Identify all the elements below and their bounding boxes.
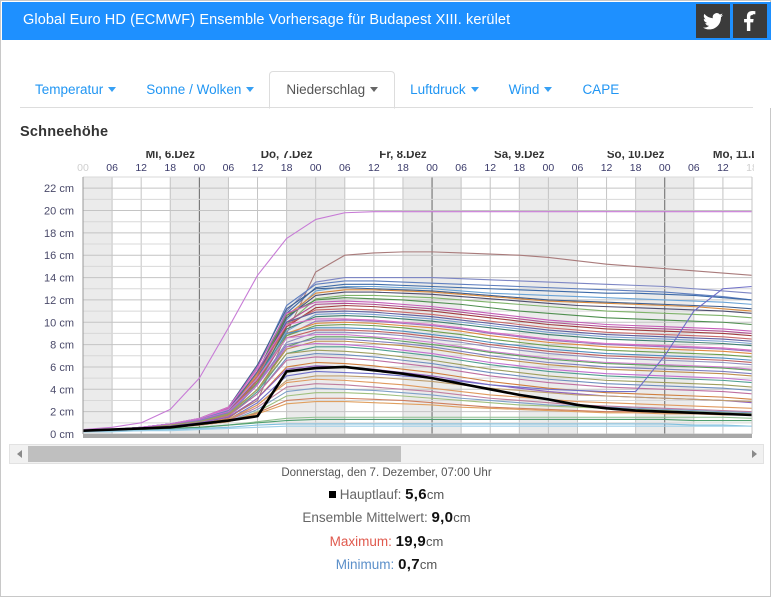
- tab-cape[interactable]: CAPE: [567, 72, 634, 109]
- x-axis-hour-label: 18: [281, 162, 293, 174]
- maximum-value: 19,9: [396, 533, 426, 550]
- tab-label: Luftdruck: [410, 83, 466, 97]
- x-axis-hour-label: 06: [572, 162, 584, 174]
- x-axis-day-label: So, 10.Dez: [607, 151, 665, 161]
- chevron-down-icon: [471, 87, 479, 92]
- tab-bar: Temperatur Sonne / Wolken Niederschlag Luft…: [2, 40, 771, 108]
- hauptlauf-swatch-icon: [329, 491, 336, 498]
- chart-scrollbar[interactable]: [9, 444, 764, 464]
- ensemble-chart[interactable]: 0 cm 2 cm 4 cm 6 cm 8 cm 10 cm 12 cm 14 cm 16 cm…: [19, 151, 754, 441]
- tab-label: Niederschlag: [286, 83, 365, 97]
- maximum-unit: cm: [426, 534, 443, 549]
- hauptlauf-label: Hauptlauf:: [340, 487, 402, 502]
- y-axis-tick-label: 20 cm: [44, 206, 74, 218]
- x-axis-day-label: Fr, 8.Dez: [379, 151, 427, 161]
- scroll-left-arrow[interactable]: [10, 445, 28, 463]
- minimum-value: 0,7: [398, 556, 420, 573]
- x-axis-hour-label: 00: [77, 162, 89, 174]
- chart-legend-summary: Donnerstag, den 7. Dezember, 07:00 Uhr H…: [1, 467, 771, 579]
- x-axis-hour-label: 12: [368, 162, 380, 174]
- x-axis-hour-label: 06: [688, 162, 700, 174]
- tab-label: Sonne / Wolken: [146, 83, 241, 97]
- tab-label: Temperatur: [35, 83, 103, 97]
- y-axis-tick-label: 6 cm: [50, 362, 74, 374]
- maximum-label: Maximum:: [330, 534, 392, 549]
- x-axis-hour-label: 00: [194, 162, 206, 174]
- x-axis-day-label: Sa, 9.Dez: [494, 151, 545, 161]
- minimum-unit: cm: [420, 557, 437, 572]
- tab-underline: [20, 107, 753, 108]
- mittelwert-value: 9,0: [431, 509, 453, 526]
- tab-niederschlag[interactable]: Niederschlag: [269, 71, 395, 110]
- x-axis-hour-label: 18: [746, 162, 754, 174]
- app-window: Global Euro HD (ECMWF) Ensemble Vorhersa…: [0, 0, 771, 597]
- mittelwert-label: Ensemble Mittelwert:: [302, 510, 427, 525]
- x-axis-day-label: Do, 7.Dez: [261, 151, 313, 161]
- chart-container[interactable]: 0 cm 2 cm 4 cm 6 cm 8 cm 10 cm 12 cm 14 cm 16 cm…: [19, 151, 754, 441]
- y-axis-tick-label: 4 cm: [50, 384, 74, 396]
- tab-list: Temperatur Sonne / Wolken Niederschlag Luft…: [20, 65, 634, 108]
- chevron-down-icon: [246, 87, 254, 92]
- scrollbar-thumb[interactable]: [28, 446, 401, 462]
- y-axis-tick-label: 8 cm: [50, 340, 74, 352]
- y-axis-tick-label: 10 cm: [44, 317, 74, 329]
- x-axis-hour-label: 06: [223, 162, 235, 174]
- minimum-label: Minimum:: [336, 557, 395, 572]
- x-axis-hour-label: 18: [397, 162, 409, 174]
- chevron-down-icon: [370, 87, 378, 92]
- y-axis-tick-label: 14 cm: [44, 273, 74, 285]
- chevron-down-icon: [108, 87, 116, 92]
- y-axis-tick-label: 22 cm: [44, 183, 74, 195]
- y-axis-tick-label: 2 cm: [50, 407, 74, 419]
- y-axis-tick-label: 16 cm: [44, 250, 74, 262]
- x-axis-day-label: Mi, 6.Dez: [146, 151, 195, 161]
- tab-temperatur[interactable]: Temperatur: [20, 72, 131, 109]
- legend-mittelwert-row: Ensemble Mittelwert: 9,0cm: [1, 509, 771, 526]
- x-axis-hour-label: 18: [513, 162, 525, 174]
- x-axis-day-label: Mo, 11.Dez: [713, 151, 754, 161]
- tab-label: CAPE: [582, 83, 619, 97]
- hauptlauf-unit: cm: [427, 487, 444, 502]
- page-title: Global Euro HD (ECMWF) Ensemble Vorhersa…: [23, 12, 510, 28]
- twitter-icon: [703, 13, 723, 30]
- facebook-share-button[interactable]: [733, 4, 767, 38]
- legend-hauptlauf-row: Hauptlauf: 5,6cm: [1, 486, 771, 503]
- x-axis-hour-label: 06: [455, 162, 467, 174]
- hauptlauf-value: 5,6: [405, 486, 427, 503]
- x-axis-hour-label: 12: [601, 162, 613, 174]
- x-axis-hour-label: 00: [426, 162, 438, 174]
- scrollbar-track[interactable]: [28, 445, 745, 463]
- scroll-right-arrow[interactable]: [745, 445, 763, 463]
- chevron-down-icon: [544, 87, 552, 92]
- tab-wind[interactable]: Wind: [494, 72, 568, 109]
- tab-sonne-wolken[interactable]: Sonne / Wolken: [131, 72, 269, 109]
- mittelwert-unit: cm: [453, 510, 470, 525]
- x-axis-hour-label: 00: [543, 162, 555, 174]
- x-axis-hour-label: 18: [630, 162, 642, 174]
- y-axis-tick-label: 0 cm: [50, 429, 74, 441]
- night-band: [83, 177, 112, 434]
- legend-minimum-row: Minimum: 0,7cm: [1, 556, 771, 573]
- legend-maximum-row: Maximum: 19,9cm: [1, 533, 771, 550]
- chart-title: Schneehöhe: [20, 124, 108, 140]
- tab-label: Wind: [509, 83, 540, 97]
- x-axis-hour-label: 00: [659, 162, 671, 174]
- x-axis-hour-label: 12: [484, 162, 496, 174]
- x-axis-line: [83, 434, 752, 438]
- x-axis-hour-label: 12: [135, 162, 147, 174]
- y-axis-tick-label: 18 cm: [44, 228, 74, 240]
- x-axis-hour-label: 12: [252, 162, 264, 174]
- x-axis-hour-label: 18: [164, 162, 176, 174]
- facebook-icon: [740, 11, 760, 31]
- legend-date: Donnerstag, den 7. Dezember, 07:00 Uhr: [1, 467, 771, 479]
- page-header: Global Euro HD (ECMWF) Ensemble Vorhersa…: [2, 2, 771, 40]
- tab-luftdruck[interactable]: Luftdruck: [395, 72, 494, 109]
- x-axis-hour-label: 06: [106, 162, 118, 174]
- twitter-share-button[interactable]: [696, 4, 730, 38]
- y-axis-tick-label: 12 cm: [44, 295, 74, 307]
- x-axis-hour-label: 12: [717, 162, 729, 174]
- x-axis-hour-label: 00: [310, 162, 322, 174]
- x-axis-hour-label: 06: [339, 162, 351, 174]
